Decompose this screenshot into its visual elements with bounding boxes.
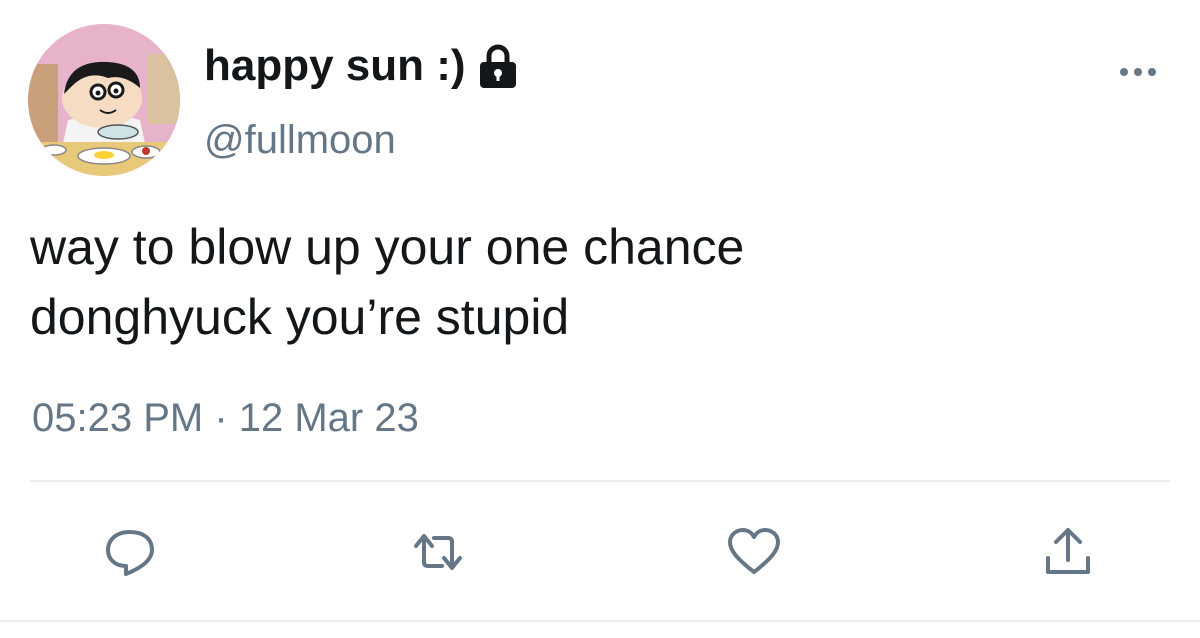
more-options-icon[interactable]: [1116, 60, 1160, 84]
lock-icon: [479, 44, 516, 88]
retweet-button[interactable]: [410, 524, 466, 580]
avatar[interactable]: [28, 24, 180, 176]
display-name-text: happy sun :): [204, 41, 466, 90]
reply-icon: [106, 530, 154, 576]
bottom-divider: [0, 620, 1200, 622]
tweet-card: happy sun :) @fullmoon way to blow up yo…: [0, 0, 1200, 638]
avatar-image: [28, 24, 180, 176]
tweet-timestamp[interactable]: 05:23 PM · 12 Mar 23: [32, 394, 419, 442]
share-button[interactable]: [1040, 524, 1096, 580]
divider: [30, 480, 1170, 482]
user-handle[interactable]: @fullmoon: [204, 116, 396, 164]
heart-icon: [728, 528, 780, 574]
like-button[interactable]: [726, 524, 782, 580]
display-name[interactable]: happy sun :): [204, 40, 518, 92]
tweet-text: way to blow up your one chance donghyuck…: [30, 219, 745, 345]
reply-button[interactable]: [102, 524, 158, 580]
retweet-icon: [414, 534, 462, 570]
share-icon: [1046, 528, 1090, 574]
